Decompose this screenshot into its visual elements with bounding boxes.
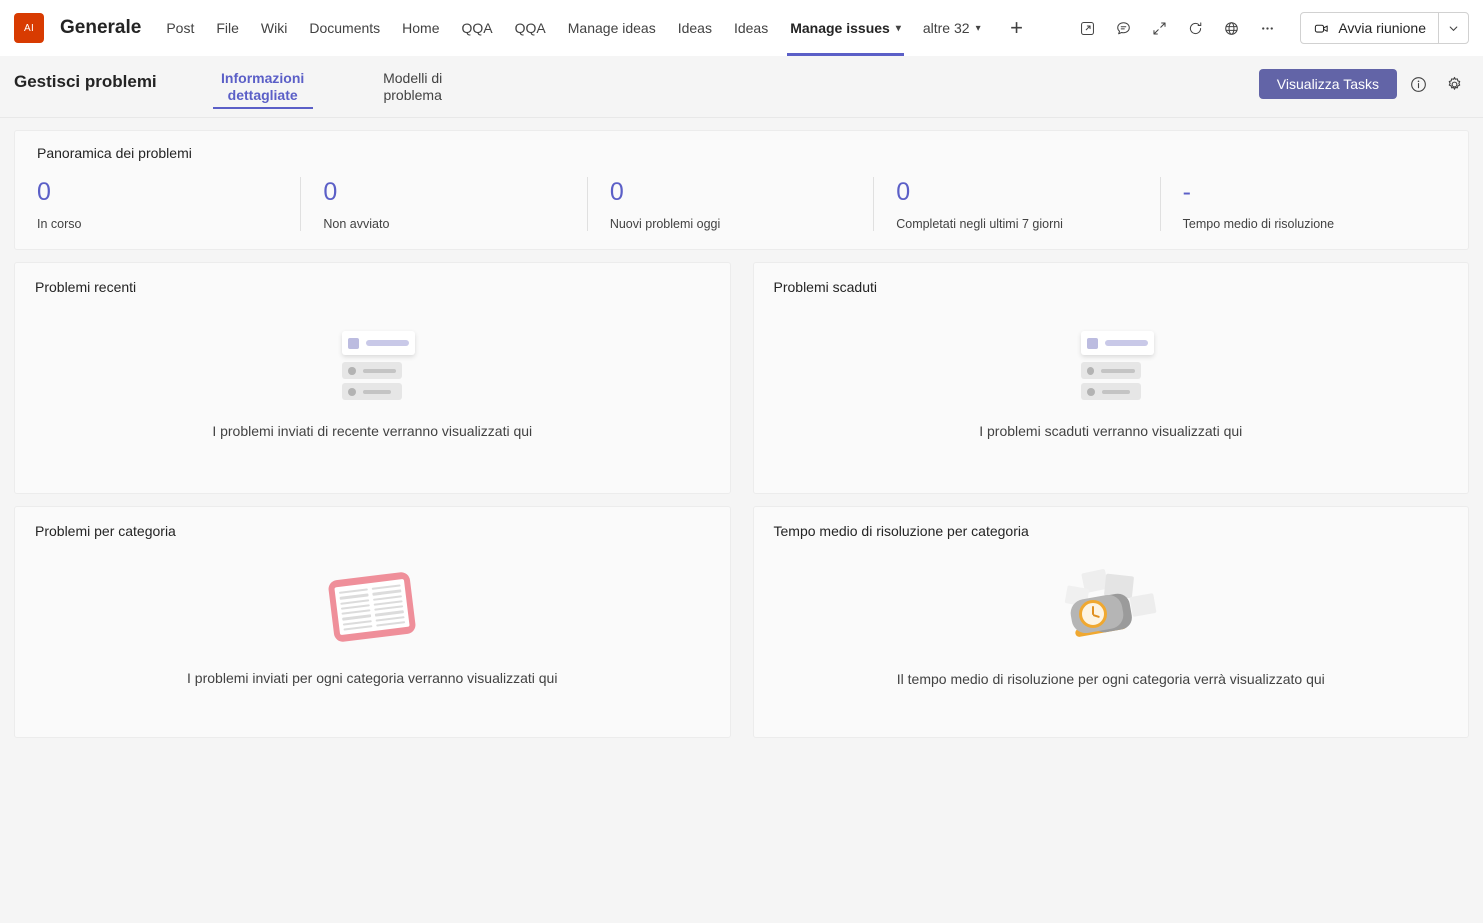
chat-icon[interactable] <box>1106 11 1140 45</box>
stat-value: 0 <box>609 178 624 206</box>
tab-label: QQA <box>514 20 546 36</box>
tab-modelli-di-problema[interactable]: Modelli di problema <box>349 56 477 118</box>
tab-label: Wiki <box>260 20 288 36</box>
empty-state-text: I problemi inviati per ogni categoria ve… <box>187 670 558 686</box>
stat-in-corso: 0 In corso <box>37 177 300 231</box>
tab-label: Post <box>166 20 195 36</box>
stat-tempo-medio-risoluzione: - Tempo medio di risoluzione <box>1159 177 1446 231</box>
tab-label: Manage issues <box>790 20 890 36</box>
chevron-down-icon[interactable]: ▾ <box>976 23 981 34</box>
page-title: Gestisci problemi <box>14 72 157 91</box>
stat-label: Tempo medio di risoluzione <box>1182 217 1335 231</box>
stat-value: - <box>1182 178 1191 206</box>
book-illustration <box>327 570 417 648</box>
globe-icon[interactable] <box>1214 11 1248 45</box>
panel-title: Problemi scaduti <box>773 279 878 295</box>
tab-label: Manage ideas <box>567 20 656 36</box>
tab-label: Ideas <box>677 20 712 36</box>
refresh-icon[interactable] <box>1178 11 1212 45</box>
stat-label: In corso <box>37 217 82 231</box>
empty-state-text: Il tempo medio di risoluzione per ogni c… <box>896 671 1325 687</box>
more-options-icon[interactable] <box>1250 11 1284 45</box>
tab-informazioni-dettagliate[interactable]: Informazioni dettagliate <box>199 56 327 118</box>
start-meeting-label: Avvia riunione <box>1338 20 1426 36</box>
tab-ideas-1[interactable]: Ideas <box>667 0 723 56</box>
panel-empty-state: I problemi scaduti verranno visualizzati… <box>774 295 1449 477</box>
topbar-actions: Avvia riunione <box>1070 11 1469 45</box>
empty-state-text: I problemi inviati di recente verranno v… <box>212 423 533 439</box>
tab-label: Documents <box>309 20 381 36</box>
popout-icon[interactable] <box>1070 11 1104 45</box>
tab-label: Home <box>402 20 440 36</box>
stat-value: 0 <box>323 178 338 206</box>
tab-label: altre 32 <box>922 20 970 36</box>
dashboard-content: Panoramica dei problemi 0 In corso 0 Non… <box>0 118 1483 922</box>
tab-label: QQA <box>461 20 493 36</box>
panel-problemi-per-categoria: Problemi per categoria I problemi inviat… <box>14 506 731 738</box>
stat-value: 0 <box>37 178 51 206</box>
panel-empty-state: Il tempo medio di risoluzione per ogni c… <box>774 539 1449 721</box>
teams-top-tab-bar: AI Generale Post File Wiki Documents Hom… <box>0 0 1483 56</box>
issues-overview-card: Panoramica dei problemi 0 In corso 0 Non… <box>14 130 1469 250</box>
app-subheader: Gestisci problemi Informazioni dettaglia… <box>0 56 1483 118</box>
panel-tempo-medio-risoluzione: Tempo medio di risoluzione per categoria… <box>752 506 1469 738</box>
stat-nuovi-problemi-oggi: 0 Nuovi problemi oggi <box>586 177 873 231</box>
tab-label: Ideas <box>733 20 769 36</box>
tab-post[interactable]: Post <box>155 0 205 56</box>
camera-icon <box>1315 24 1329 33</box>
gear-icon[interactable] <box>1439 69 1469 99</box>
tab-qqa-1[interactable]: QQA <box>451 0 504 56</box>
info-icon[interactable] <box>1403 69 1433 99</box>
stat-completati-7-giorni: 0 Completati negli ultimi 7 giorni <box>873 177 1159 231</box>
stat-label: Nuovi problemi oggi <box>609 217 721 231</box>
list-placeholder-illustration <box>329 329 416 401</box>
add-tab-button[interactable]: + <box>1000 11 1034 45</box>
panel-problemi-scaduti: Problemi scaduti I problemi scaduti verr… <box>752 262 1469 494</box>
tab-home[interactable]: Home <box>391 0 450 56</box>
chevron-down-icon[interactable]: ▾ <box>896 23 901 34</box>
tab-wiki[interactable]: Wiki <box>250 0 298 56</box>
clock-illustration <box>1061 568 1161 649</box>
tab-more-overflow[interactable]: altre 32 ▾ <box>912 0 992 56</box>
panel-empty-state: I problemi inviati di recente verranno v… <box>35 295 710 477</box>
tab-ideas-2[interactable]: Ideas <box>723 0 779 56</box>
tab-file[interactable]: File <box>205 0 250 56</box>
tab-manage-ideas[interactable]: Manage ideas <box>557 0 667 56</box>
start-meeting-group: Avvia riunione <box>1300 12 1469 44</box>
panel-title: Tempo medio di risoluzione per categoria <box>773 523 1029 539</box>
tab-qqa-2[interactable]: QQA <box>504 0 557 56</box>
dashboard-panels-grid: Problemi recenti I problemi inviati di r… <box>14 262 1469 738</box>
panel-problemi-recenti: Problemi recenti I problemi inviati di r… <box>14 262 731 494</box>
overview-title: Panoramica dei problemi <box>37 145 192 161</box>
stat-label: Non avviato <box>323 217 390 231</box>
subheader-actions: Visualizza Tasks <box>1258 69 1469 99</box>
app-tablist: Informazioni dettagliate Modelli di prob… <box>199 56 477 118</box>
panel-empty-state: I problemi inviati per ogni categoria ve… <box>35 539 710 721</box>
overview-stats: 0 In corso 0 Non avviato 0 Nuovi problem… <box>37 177 1446 231</box>
tab-manage-issues[interactable]: Manage issues ▾ <box>779 0 912 56</box>
start-meeting-button[interactable]: Avvia riunione <box>1301 13 1438 43</box>
view-tasks-button[interactable]: Visualizza Tasks <box>1258 69 1397 99</box>
start-meeting-dropdown[interactable] <box>1438 13 1468 43</box>
tab-documents[interactable]: Documents <box>298 0 391 56</box>
expand-icon[interactable] <box>1142 11 1176 45</box>
stat-label: Completati negli ultimi 7 giorni <box>896 217 1063 231</box>
channel-title: Generale <box>60 17 142 38</box>
stat-value: 0 <box>896 178 911 206</box>
empty-state-text: I problemi scaduti verranno visualizzati… <box>979 423 1243 439</box>
panel-title: Problemi per categoria <box>35 523 176 539</box>
list-placeholder-illustration <box>1068 329 1154 401</box>
stat-non-avviato: 0 Non avviato <box>300 177 586 231</box>
tab-label: File <box>216 20 239 36</box>
team-avatar: AI <box>14 13 44 43</box>
channel-tabs: Post File Wiki Documents Home QQA QQA Ma… <box>155 0 1033 56</box>
panel-title: Problemi recenti <box>35 279 137 295</box>
chevron-down-icon <box>1449 25 1458 31</box>
